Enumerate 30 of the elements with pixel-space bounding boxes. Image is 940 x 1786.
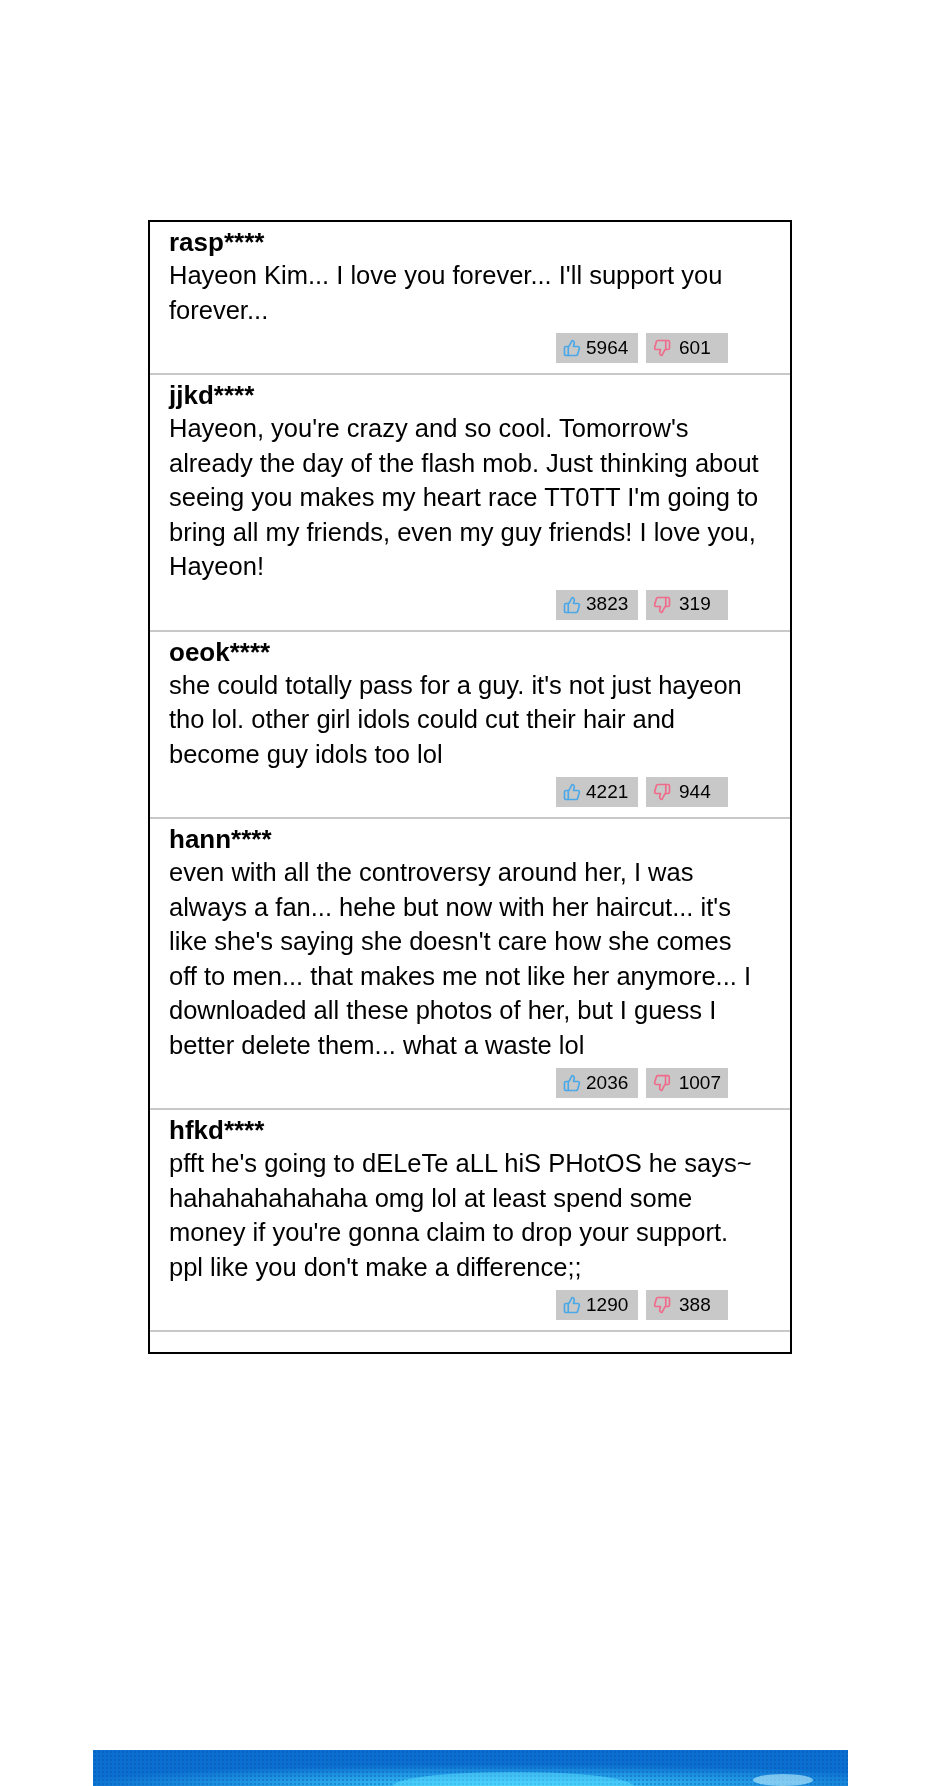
thumbs-down-icon [653,595,671,614]
like-button[interactable]: 4221 [556,777,638,807]
thumbs-down-icon [653,1296,671,1314]
thumbs-up-icon [563,339,581,357]
comment-text: pfft he's going to dELeTe aLL hiS PHotOS he says~ hahahahahahaha omg lol at least spend some money if you're gonna claim to drop your support. ppl like you don't make a difference;; [169,1148,753,1283]
username: oeok**** [169,635,272,668]
dislike-button[interactable]: 1007 [646,1068,728,1098]
comment-text: Hayeon Kim... I love you forever... I'll support you forever... [169,260,724,326]
dislike-button[interactable]: 944 [646,777,728,807]
like-button[interactable]: 1290 [556,1290,638,1320]
username: hfkd**** [169,1114,266,1146]
username: hann**** [169,823,273,855]
thumbs-up-icon [563,595,581,614]
comment-text: Hayeon, you're crazy and so cool. Tomorrow's already the day of the flash mob. Just thinking about seeing you makes my heart race TT0TT I'm going to bring all my friends, even my guy friends! I love you, Hayeon! [169,413,760,582]
dislike-button[interactable]: 388 [646,1290,728,1320]
like-button[interactable]: 5964 [556,333,638,363]
comment-text: even with all the controversy around her, I was always a fan... hehe but now with her haircut... it's like she's saying she doesn't care how she comes off to men... that makes me not like her anymore... I downloaded all these photos of her, but I guess I better delete them... what a waste lol [169,857,753,1061]
thumbs-down-icon [653,1074,671,1092]
like-button[interactable]: 3823 [556,589,638,620]
thumbs-up-icon [563,1074,581,1092]
dislike-button[interactable]: 319 [646,589,728,620]
like-button[interactable]: 2036 [556,1068,638,1098]
thumbs-down-icon [653,339,671,357]
comment-text: she could totally pass for a guy. it's not just hayeon tho lol. other girl idols could cut their hair and become guy idols too lol [169,669,743,770]
username: jjkd**** [169,379,256,411]
dislike-button[interactable]: 601 [646,333,728,363]
thumbs-down-icon [653,783,671,801]
thumbs-up-icon [563,1296,581,1314]
thumbs-up-icon [563,783,581,801]
username: rasp**** [169,226,266,258]
